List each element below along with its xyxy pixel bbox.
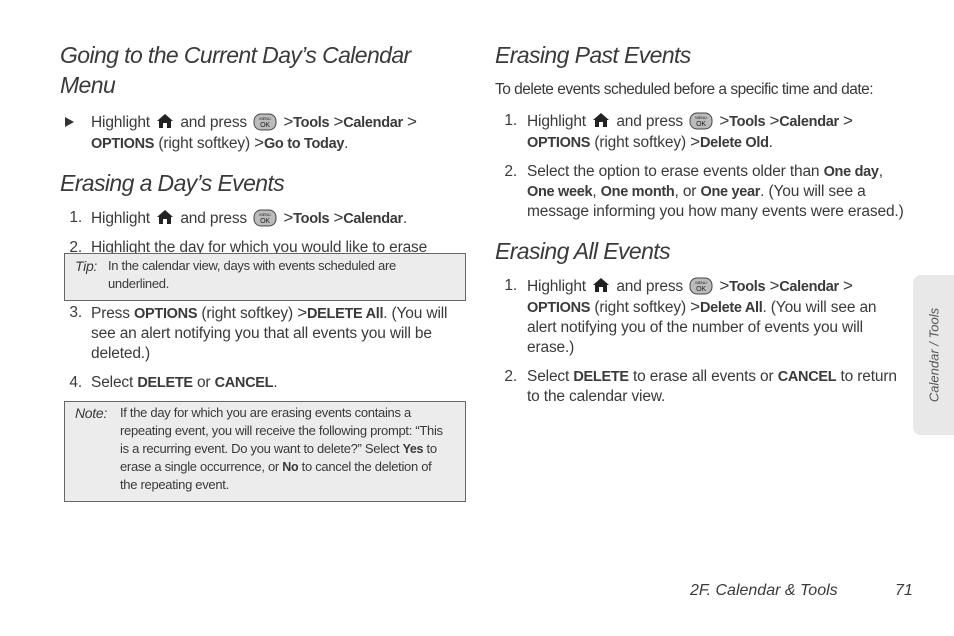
step-1: 1. Highlight and press >Tools >Calendar … xyxy=(504,111,853,151)
note-box: Note: If the day for which you are erasi… xyxy=(64,401,466,502)
step-2: 2. Select the option to erase events old… xyxy=(504,163,904,220)
menu-ok-key-icon xyxy=(253,113,277,131)
tip-label: Tip: xyxy=(75,258,98,274)
intro-text: To delete events scheduled before a spec… xyxy=(495,81,874,98)
step-2: 2. Select DELETE to erase all events or … xyxy=(504,368,897,405)
section-title-erase-all: Erasing All Events xyxy=(495,238,671,264)
step-3: 3. Press OPTIONS (right softkey) >DELETE… xyxy=(69,303,448,362)
menu-ok-key-icon xyxy=(253,209,277,227)
chapter-side-tab-label: Calendar / Tools xyxy=(926,307,941,403)
bullet-arrow-icon xyxy=(65,117,74,127)
menu-ok-key-icon xyxy=(689,277,713,295)
chapter-side-tab: Calendar / Tools xyxy=(913,275,954,435)
note-label: Note: xyxy=(75,405,107,421)
menu-ok-key-icon xyxy=(689,112,713,130)
home-icon xyxy=(156,113,174,129)
page-number: 71 xyxy=(895,582,913,599)
left-column-lower: 3. Press OPTIONS (right softkey) >DELETE… xyxy=(60,303,470,393)
bullet-go-to-today: Highlight and press >Tools >Calendar > O… xyxy=(60,112,470,154)
footer-section-title: 2F. Calendar & Tools xyxy=(690,582,838,599)
left-column: Going to the Current Day’s Calendar Menu… xyxy=(60,40,470,278)
home-icon xyxy=(592,112,610,128)
section-title-erase-day: Erasing a Day’s Events xyxy=(60,170,285,196)
note-text: If the day for which you are erasing eve… xyxy=(120,405,443,492)
tip-text: In the calendar view, days with events s… xyxy=(108,258,396,291)
home-icon xyxy=(156,209,174,225)
right-column: Erasing Past Events To delete events sch… xyxy=(495,40,905,407)
home-icon xyxy=(592,277,610,293)
tip-box: Tip: In the calendar view, days with eve… xyxy=(64,253,466,301)
step-4: 4. Select DELETE or CANCEL. xyxy=(69,374,278,391)
section-title-current-day: Going to the Current Day’s Calendar Menu xyxy=(60,42,411,98)
section-title-erase-past: Erasing Past Events xyxy=(495,42,691,68)
step-1: 1. Highlight and press >Tools >Calendar … xyxy=(504,276,877,356)
step-1: 1. Highlight and press >Tools >Calendar. xyxy=(69,208,408,227)
